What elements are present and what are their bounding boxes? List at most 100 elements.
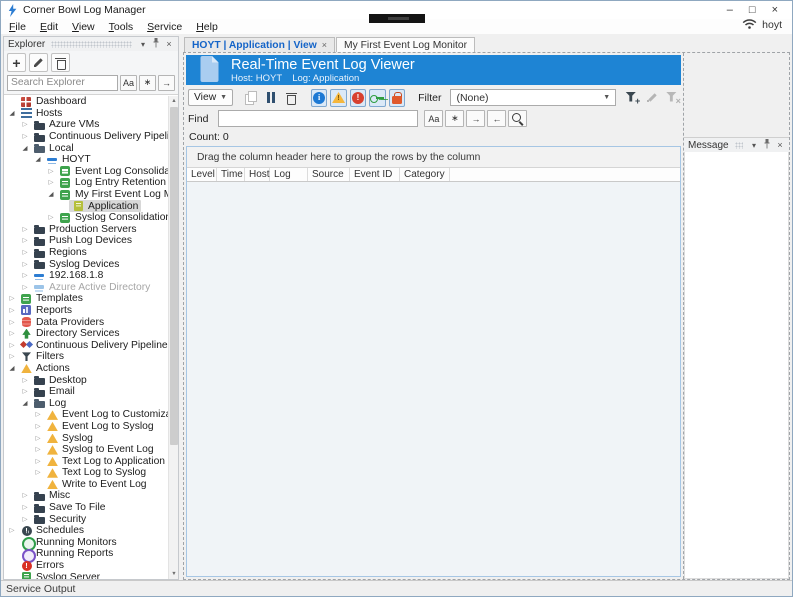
filter-select[interactable]: (None) ▼ bbox=[450, 89, 616, 106]
wildcard-button[interactable]: ∗ bbox=[445, 110, 464, 127]
tree-item[interactable]: Event Log Consolidation bbox=[4, 166, 168, 178]
column-header[interactable]: Category bbox=[400, 168, 450, 181]
find-previous-button[interactable]: ← bbox=[487, 110, 506, 127]
pin-icon[interactable] bbox=[762, 139, 772, 151]
expand-arrow-icon[interactable] bbox=[33, 154, 43, 165]
expand-arrow-icon[interactable] bbox=[7, 108, 17, 119]
tree-item[interactable]: Log bbox=[4, 397, 168, 409]
tree-item[interactable]: Text Log to Application Event Log bbox=[4, 455, 168, 467]
expand-arrow-icon[interactable] bbox=[33, 467, 43, 478]
tree-item[interactable]: Push Log Devices bbox=[4, 235, 168, 247]
panel-close-icon[interactable]: × bbox=[164, 39, 174, 49]
expand-arrow-icon[interactable] bbox=[20, 235, 30, 246]
match-case-button[interactable]: Aa bbox=[120, 75, 137, 91]
menu-item[interactable]: Help bbox=[196, 21, 218, 33]
copy-button[interactable] bbox=[242, 89, 259, 107]
expand-arrow-icon[interactable] bbox=[46, 212, 56, 223]
tree-item[interactable]: Continuous Delivery Pipelines bbox=[4, 339, 168, 351]
menu-item[interactable]: Tools bbox=[109, 21, 134, 33]
expand-arrow-icon[interactable] bbox=[7, 351, 17, 362]
expand-arrow-icon[interactable] bbox=[33, 456, 43, 467]
drag-grip[interactable] bbox=[735, 142, 743, 149]
tree-item[interactable]: Misc bbox=[4, 490, 168, 502]
tree-item[interactable]: Log Entry Retention Policy bbox=[4, 177, 168, 189]
tree-item[interactable]: Filters bbox=[4, 351, 168, 363]
drag-grip[interactable] bbox=[51, 41, 132, 48]
expand-arrow-icon[interactable] bbox=[7, 340, 17, 351]
edit-button[interactable] bbox=[29, 53, 48, 72]
wildcard-button[interactable]: ∗ bbox=[139, 75, 156, 91]
find-input[interactable] bbox=[218, 110, 418, 127]
expand-arrow-icon[interactable] bbox=[20, 119, 30, 130]
expand-arrow-icon[interactable] bbox=[33, 433, 43, 444]
expand-arrow-icon[interactable] bbox=[20, 270, 30, 281]
search-button[interactable] bbox=[508, 110, 527, 127]
tree-item[interactable]: Azure VMs bbox=[4, 119, 168, 131]
column-header[interactable]: Source bbox=[308, 168, 350, 181]
panel-menu-arrow-icon[interactable]: ▾ bbox=[138, 40, 148, 49]
tree-item[interactable]: Event Log to Syslog bbox=[4, 421, 168, 433]
find-next-button[interactable]: → bbox=[466, 110, 485, 127]
tree-item[interactable]: Errors bbox=[4, 560, 168, 572]
match-case-button[interactable]: Aa bbox=[424, 110, 443, 127]
expand-arrow-icon[interactable] bbox=[7, 328, 17, 339]
maximize-button[interactable]: □ bbox=[749, 4, 756, 16]
expand-arrow-icon[interactable] bbox=[20, 143, 30, 154]
expand-arrow-icon[interactable] bbox=[20, 386, 30, 397]
tree-item[interactable]: Data Providers bbox=[4, 316, 168, 328]
tree-scrollbar[interactable]: ▲ ▼ bbox=[168, 96, 178, 579]
tree-item[interactable]: My First Event Log Monitor bbox=[4, 189, 168, 201]
tree-item[interactable]: Event Log to Customizable Syslog bbox=[4, 409, 168, 421]
column-header[interactable]: Time bbox=[217, 168, 245, 181]
tree-item[interactable]: Dashboard bbox=[4, 96, 168, 108]
tree-item[interactable]: HOYT bbox=[4, 154, 168, 166]
tree-item[interactable]: 192.168.1.8 bbox=[4, 270, 168, 282]
menu-item[interactable]: File bbox=[9, 21, 26, 33]
close-button[interactable]: × bbox=[772, 4, 778, 16]
warning-toggle[interactable] bbox=[330, 89, 346, 107]
column-header[interactable]: Level bbox=[187, 168, 217, 181]
tree-item[interactable]: Text Log to Syslog bbox=[4, 467, 168, 479]
expand-arrow-icon[interactable] bbox=[20, 514, 30, 525]
expand-arrow-icon[interactable] bbox=[7, 363, 17, 374]
tree-item[interactable]: Syslog to Event Log bbox=[4, 444, 168, 456]
error-toggle[interactable] bbox=[350, 89, 366, 107]
expand-arrow-icon[interactable] bbox=[20, 247, 30, 258]
document-tab[interactable]: My First Event Log Monitor bbox=[336, 37, 475, 52]
delete-button[interactable] bbox=[51, 53, 70, 72]
scroll-up-icon[interactable]: ▲ bbox=[169, 96, 178, 106]
expand-arrow-icon[interactable] bbox=[7, 305, 17, 316]
tree-item[interactable]: Application bbox=[4, 200, 168, 212]
tree-item[interactable]: Reports bbox=[4, 305, 168, 317]
column-header[interactable]: Event ID bbox=[350, 168, 400, 181]
expand-arrow-icon[interactable] bbox=[20, 490, 30, 501]
menu-item[interactable]: View bbox=[72, 21, 95, 33]
clear-button[interactable] bbox=[283, 89, 300, 107]
tree-item[interactable]: Security bbox=[4, 513, 168, 525]
expand-arrow-icon[interactable] bbox=[20, 131, 30, 142]
expand-arrow-icon[interactable] bbox=[20, 375, 30, 386]
tree-item[interactable]: Hosts bbox=[4, 108, 168, 120]
tree-item[interactable]: Syslog Devices bbox=[4, 258, 168, 270]
tree-item[interactable]: Actions bbox=[4, 363, 168, 375]
expand-arrow-icon[interactable] bbox=[20, 224, 30, 235]
add-button[interactable]: + bbox=[7, 53, 26, 72]
expand-arrow-icon[interactable] bbox=[20, 398, 30, 409]
expand-arrow-icon[interactable] bbox=[33, 409, 43, 420]
tree-item[interactable]: Local bbox=[4, 142, 168, 154]
search-input[interactable] bbox=[7, 75, 118, 91]
minimize-button[interactable]: – bbox=[727, 4, 733, 16]
tree-item[interactable]: Email bbox=[4, 386, 168, 398]
expand-arrow-icon[interactable] bbox=[20, 282, 30, 293]
view-dropdown-button[interactable]: View ▼ bbox=[188, 89, 233, 106]
tab-close-icon[interactable]: × bbox=[322, 40, 327, 50]
menu-item[interactable]: Service bbox=[147, 21, 182, 33]
tree-item[interactable]: Syslog Server bbox=[4, 571, 168, 579]
scrollbar-thumb[interactable] bbox=[170, 107, 178, 445]
expand-arrow-icon[interactable] bbox=[7, 525, 17, 536]
audit-success-toggle[interactable] bbox=[369, 89, 385, 107]
expand-arrow-icon[interactable] bbox=[46, 177, 56, 188]
find-next-button[interactable]: → bbox=[158, 75, 175, 91]
expand-arrow-icon[interactable] bbox=[33, 444, 43, 455]
clear-filter-button[interactable] bbox=[664, 89, 681, 107]
